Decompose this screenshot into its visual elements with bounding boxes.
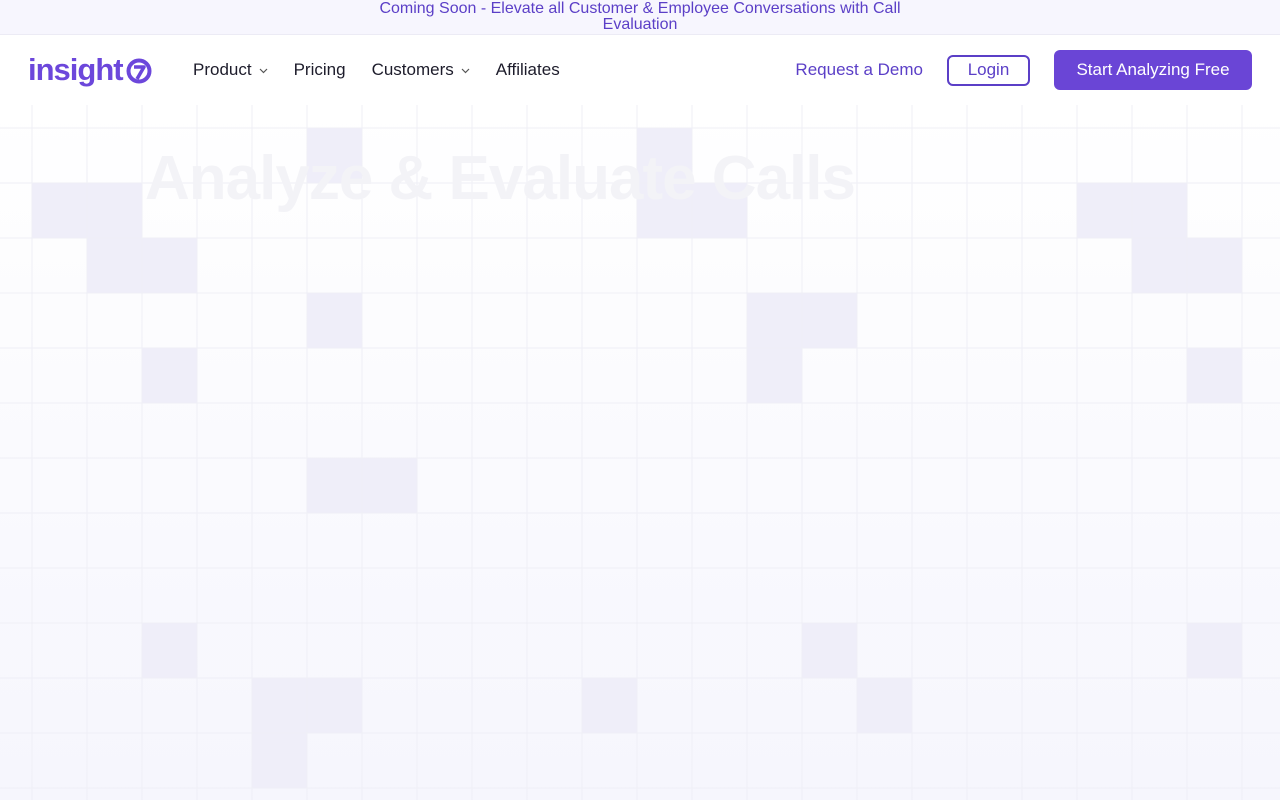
grid-cell-highlight: [87, 183, 142, 238]
nav-item-label: Customers: [371, 60, 454, 79]
grid-cell-highlight: [1187, 348, 1242, 403]
nav-item-label: Product: [193, 60, 252, 79]
nav-item-label: Affiliates: [495, 60, 560, 79]
grid-cell-highlight: [252, 733, 307, 788]
top-navigation: insight Product Pricing Customers Affili…: [0, 35, 1280, 105]
grid-cell-highlight: [362, 458, 417, 513]
announcement-bar: Coming Soon - Elevate all Customer & Emp…: [0, 0, 1280, 35]
grid-cell-highlight: [142, 348, 197, 403]
brand-wordmark: insight: [28, 52, 124, 87]
grid-cell-highlight: [857, 678, 912, 733]
grid-cell-highlight: [307, 678, 362, 733]
nav-item-label: Pricing: [293, 60, 346, 79]
grid-cell-highlight: [582, 678, 637, 733]
start-analyzing-button[interactable]: Start Analyzing Free: [1054, 50, 1252, 90]
grid-cell-highlight: [747, 348, 802, 403]
chevron-down-icon: [259, 68, 268, 74]
nav-item-affiliates[interactable]: Affiliates: [496, 60, 560, 80]
request-demo-link[interactable]: Request a Demo: [795, 60, 923, 80]
chevron-down-icon: [461, 68, 470, 74]
hero-title: Analyze & Evaluate Calls: [145, 144, 856, 213]
main-menu: Product Pricing Customers Affiliates: [193, 35, 586, 105]
grid-cell-highlight: [32, 183, 87, 238]
nav-item-product[interactable]: Product: [193, 60, 268, 80]
announcement-link[interactable]: Coming Soon - Elevate all Customer & Emp…: [350, 0, 930, 33]
nav-actions: Request a Demo Login Start Analyzing Fre…: [795, 35, 1252, 105]
grid-cell-highlight: [142, 238, 197, 293]
grid-cell-highlight: [802, 623, 857, 678]
grid-cell-highlight: [1187, 623, 1242, 678]
grid-cell-highlight: [1132, 238, 1187, 293]
grid-cell-highlight: [307, 293, 362, 348]
grid-cell-highlight: [802, 293, 857, 348]
nav-item-customers[interactable]: Customers: [372, 60, 470, 80]
nav-item-pricing[interactable]: Pricing: [294, 60, 346, 80]
login-button[interactable]: Login: [947, 54, 1030, 86]
hero-section: Analyze & Evaluate Calls: [0, 105, 1280, 800]
grid-cell-highlight: [307, 458, 362, 513]
grid-cell-highlight: [747, 293, 802, 348]
brand-logo[interactable]: insight: [28, 52, 152, 87]
grid-cell-highlight: [142, 623, 197, 678]
grid-cell-highlight: [1187, 238, 1242, 293]
brand-mark-icon: [126, 58, 152, 84]
grid-cell-highlight: [1132, 183, 1187, 238]
grid-cell-highlight: [87, 238, 142, 293]
grid-cell-highlight: [252, 678, 307, 733]
grid-cell-highlight: [1077, 183, 1132, 238]
